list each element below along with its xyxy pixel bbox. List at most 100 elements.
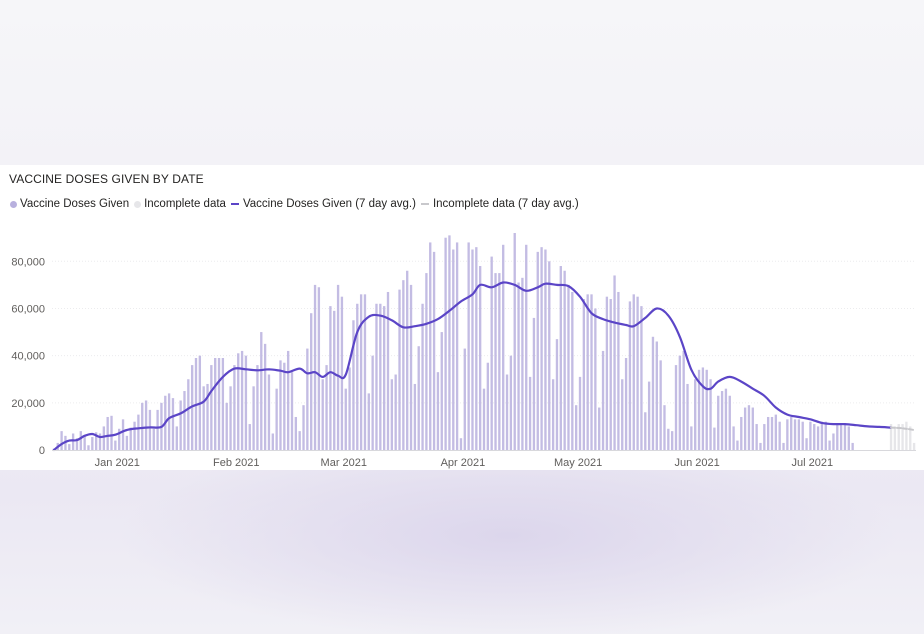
bar-doses	[540, 247, 543, 450]
bar-doses	[778, 421, 781, 450]
bar-doses	[628, 301, 632, 450]
bar-doses	[651, 336, 655, 450]
bar-doses	[590, 294, 593, 450]
bar-doses	[793, 419, 797, 450]
bar-doses	[413, 383, 417, 450]
bar-doses	[133, 421, 136, 450]
bar-doses	[452, 249, 455, 450]
bar-doses	[528, 376, 532, 450]
bar-doses	[402, 280, 405, 450]
bar-doses	[670, 431, 674, 450]
bar-doses	[478, 266, 482, 450]
bar-doses	[740, 416, 743, 450]
bar-doses	[79, 431, 82, 450]
bar-doses	[843, 424, 847, 450]
bar-doses	[371, 355, 374, 450]
y-tick-label: 0	[39, 445, 45, 457]
bar-doses	[68, 444, 71, 450]
bar-doses	[667, 428, 670, 450]
bar-doses	[686, 383, 689, 450]
background-glow	[0, 470, 924, 634]
bar-doses	[344, 388, 347, 450]
bar-doses	[386, 291, 390, 450]
bar-doses	[348, 367, 351, 450]
bar-doses	[820, 421, 824, 450]
bar-doses	[617, 291, 620, 450]
bar-doses	[786, 419, 789, 450]
bar-doses	[713, 427, 716, 450]
bar-doses	[663, 405, 666, 450]
x-tick-label: Jul 2021	[792, 457, 834, 469]
bar-doses	[655, 341, 658, 450]
bar-doses	[225, 402, 228, 450]
bar-doses	[636, 296, 639, 450]
bar-doses	[505, 374, 509, 450]
bar-doses	[755, 424, 758, 450]
bar-doses	[544, 249, 547, 450]
bar-doses	[763, 424, 766, 450]
bar-doses	[574, 405, 578, 450]
bar-doses	[824, 421, 827, 450]
bar-doses	[816, 426, 820, 450]
y-tick-label: 20,000	[11, 398, 45, 410]
bar-doses	[839, 424, 843, 450]
bar-doses	[621, 379, 624, 450]
bar-doses	[298, 431, 301, 450]
bar-doses	[471, 249, 474, 450]
bar-doses	[690, 426, 693, 450]
bar-doses	[267, 374, 271, 450]
y-tick-label: 40,000	[11, 351, 45, 363]
bar-doses	[724, 388, 728, 450]
bar-doses	[578, 376, 582, 450]
bar-doses	[601, 350, 605, 450]
bar-doses	[502, 244, 505, 450]
bar-doses	[294, 416, 298, 450]
bar-doses	[705, 369, 708, 450]
bar-doses	[121, 419, 125, 450]
bar-doses	[555, 339, 559, 450]
bar-doses	[252, 386, 255, 450]
bar-doses	[720, 391, 724, 450]
bar-doses	[559, 266, 562, 450]
bar-doses	[129, 427, 132, 450]
bar-doses	[367, 393, 370, 450]
bar-doses	[567, 284, 570, 450]
bar-doses	[832, 433, 835, 450]
bar-doses	[490, 256, 493, 450]
bar-doses	[406, 270, 409, 450]
bar-doses	[283, 362, 286, 450]
x-tick-label: May 2021	[554, 457, 602, 469]
bar-incomplete	[893, 426, 897, 450]
bar-doses	[106, 416, 109, 450]
bar-doses	[640, 306, 643, 450]
bar-doses	[141, 402, 144, 450]
bar-doses	[482, 388, 486, 450]
bar-doses	[455, 242, 459, 450]
bar-doses	[774, 414, 778, 450]
bar-doses	[340, 296, 344, 450]
x-tick-label: Apr 2021	[441, 457, 486, 469]
bar-doses	[509, 355, 513, 450]
bar-doses	[425, 273, 428, 450]
bar-doses	[217, 358, 221, 450]
bar-doses	[797, 419, 801, 450]
x-tick-label: Mar 2021	[321, 457, 367, 469]
bar-doses	[486, 362, 490, 450]
bar-doses	[275, 388, 278, 450]
bar-incomplete	[912, 442, 916, 450]
bar-doses	[221, 358, 225, 450]
bar-doses	[325, 365, 328, 450]
chart-card: VACCINE DOSES GIVEN BY DATE Vaccine Dose…	[0, 165, 924, 470]
bar-doses	[260, 332, 263, 450]
bar-doses	[382, 306, 386, 450]
bar-doses	[548, 261, 551, 450]
bar-doses	[144, 400, 148, 450]
bar-doses	[302, 405, 305, 450]
bar-doses	[624, 358, 628, 450]
bar-doses	[644, 412, 647, 450]
bar-doses	[359, 294, 363, 450]
bar-doses	[647, 381, 651, 450]
bar-doses	[114, 440, 117, 450]
bar-doses	[179, 400, 182, 450]
bar-doses	[766, 416, 770, 450]
